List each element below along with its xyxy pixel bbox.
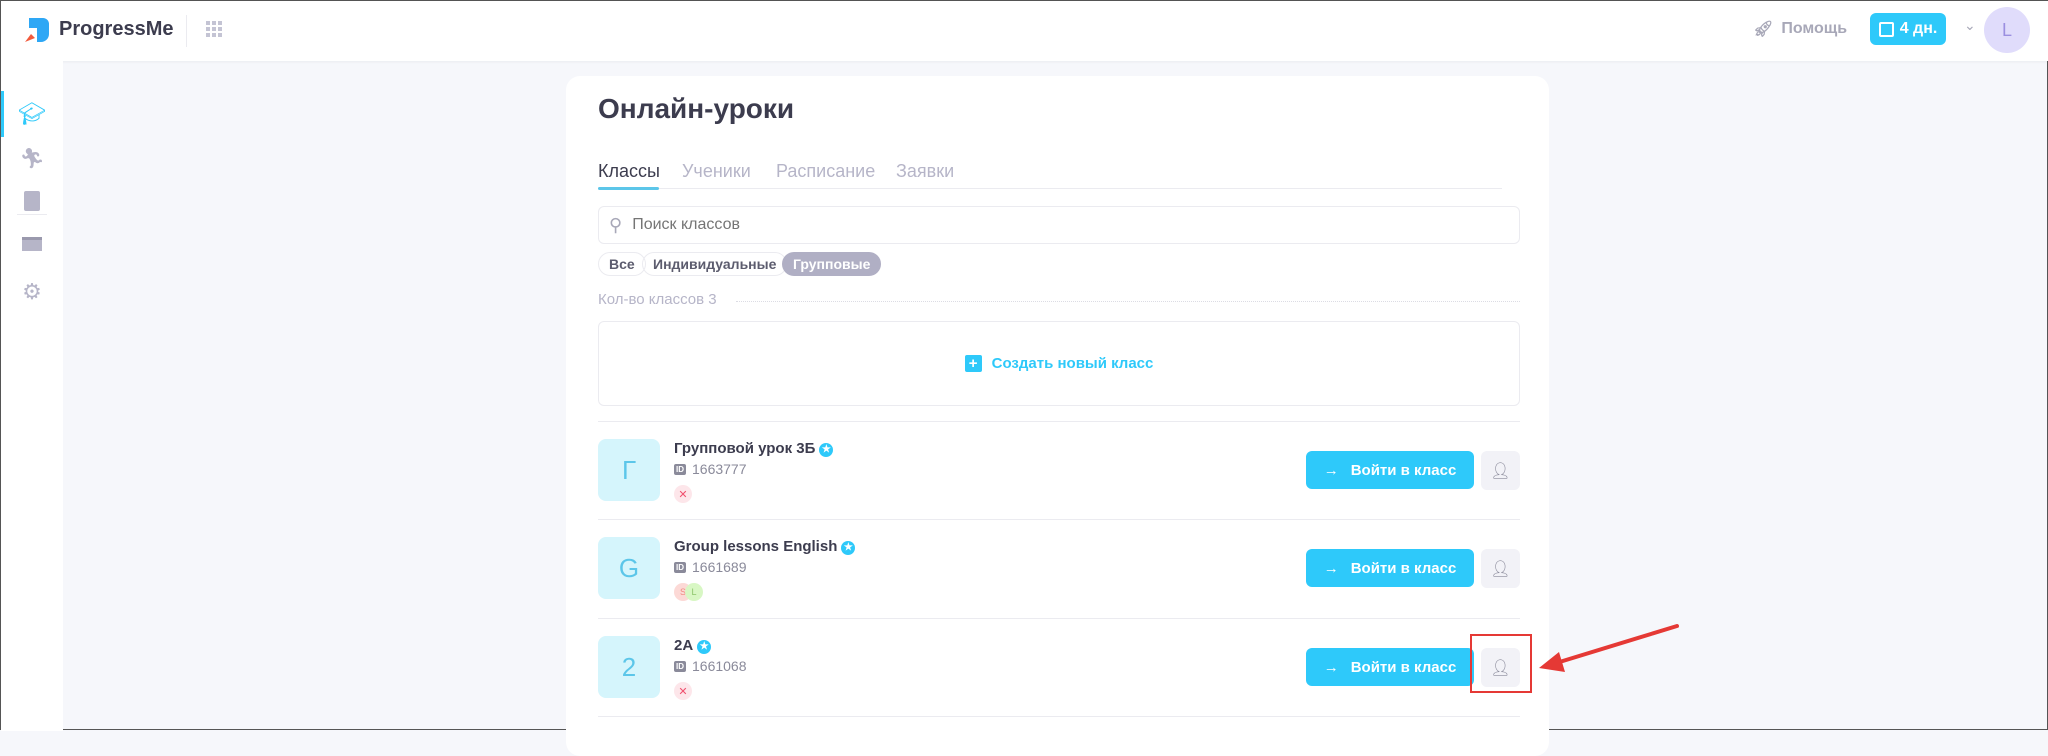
- filter-individual[interactable]: Индивидуальные: [642, 252, 788, 276]
- active-indicator: [1, 91, 4, 137]
- top-header: ProgressMe 🚀︎ Помощь 4 дн. ⌄ L: [1, 1, 2048, 61]
- enter-class-label: Войти в класс: [1350, 658, 1457, 676]
- user-avatar[interactable]: L: [1984, 7, 2030, 53]
- active-tab-underline: [598, 187, 659, 190]
- id-icon: ID: [674, 463, 686, 475]
- id-icon: ID: [674, 561, 686, 573]
- class-avatar: Г: [598, 439, 660, 501]
- book-icon[interactable]: [19, 188, 45, 214]
- filter-all[interactable]: Все: [598, 252, 646, 276]
- filter-group[interactable]: Групповые: [782, 252, 882, 276]
- row-divider: [598, 519, 1520, 520]
- enter-class-label: Войти в класс: [1350, 559, 1457, 577]
- id-icon: ID: [674, 660, 686, 672]
- class-id: ID 1661068: [674, 658, 747, 674]
- page-title: Онлайн-уроки: [598, 93, 795, 124]
- plus-icon: +: [964, 355, 982, 372]
- search-field[interactable]: [632, 216, 1433, 234]
- class-name[interactable]: 2А ★: [674, 637, 712, 654]
- class-name-text: 2А: [674, 637, 694, 654]
- enter-class-button[interactable]: → Войти в класс: [1306, 549, 1474, 587]
- search-input[interactable]: ⚲: [598, 206, 1520, 244]
- class-id: ID 1663777: [674, 461, 747, 477]
- run-icon[interactable]: 🏃︎: [19, 145, 45, 171]
- class-id-value: 1663777: [692, 461, 747, 477]
- progressme-logo-icon[interactable]: [21, 16, 51, 51]
- rocket-icon: 🚀︎: [1753, 21, 1774, 38]
- class-name-text: Group lessons English: [674, 538, 838, 555]
- help-button[interactable]: 🚀︎ Помощь: [1753, 19, 1847, 39]
- gear-icon[interactable]: ⚙︎: [19, 279, 45, 305]
- row-divider: [598, 716, 1520, 717]
- class-count: Кол-во классов 3: [598, 291, 717, 308]
- tab-requests[interactable]: Заявки: [896, 161, 954, 182]
- row-divider: [598, 421, 1520, 422]
- star-badge-icon: ★: [697, 640, 712, 654]
- help-label: Помощь: [1781, 20, 1848, 37]
- subscription-days-badge[interactable]: 4 дн.: [1870, 13, 1946, 45]
- logo-text: ProgressMe: [59, 18, 174, 40]
- class-id: ID 1661689: [674, 559, 747, 575]
- annotation-arrow-icon: [1539, 624, 1679, 672]
- highlight-box: [1470, 634, 1532, 693]
- apps-grid-icon[interactable]: [206, 21, 222, 37]
- person-icon: 👤︎: [1490, 462, 1511, 480]
- tabs-divider: [598, 188, 1502, 189]
- star-badge-icon: ★: [841, 541, 856, 555]
- card-icon[interactable]: [19, 231, 45, 257]
- create-class-label: Создать новый класс: [991, 355, 1154, 372]
- class-name[interactable]: Group lessons English ★: [674, 538, 856, 555]
- no-members-icon: ✕: [674, 682, 692, 700]
- arrow-right-icon: →: [1323, 559, 1339, 577]
- calendar-icon: [1878, 21, 1894, 37]
- class-name[interactable]: Групповой урок 3Б ★: [674, 440, 834, 457]
- arrow-right-icon: →: [1323, 461, 1339, 479]
- star-badge-icon: ★: [819, 443, 834, 457]
- class-id-value: 1661689: [692, 559, 747, 575]
- sidebar: 🎓︎ 🏃︎ ⚙︎: [1, 61, 63, 731]
- create-class-button[interactable]: + Создать новый класс: [598, 321, 1520, 406]
- class-id-value: 1661068: [692, 658, 747, 674]
- tab-schedule[interactable]: Расписание: [776, 161, 875, 182]
- arrow-right-icon: →: [1323, 658, 1339, 676]
- dotted-divider: [736, 301, 1520, 302]
- class-avatar: G: [598, 537, 660, 599]
- tab-classes[interactable]: Классы: [598, 161, 660, 182]
- students-button[interactable]: 👤︎: [1481, 451, 1520, 490]
- class-name-text: Групповой урок 3Б: [674, 440, 816, 457]
- students-button[interactable]: 👤︎: [1481, 549, 1520, 588]
- chevron-down-icon[interactable]: ⌄: [1964, 17, 1976, 34]
- days-label: 4 дн.: [1899, 20, 1938, 37]
- class-avatar: 2: [598, 636, 660, 698]
- divider: [17, 214, 47, 215]
- enter-class-label: Войти в класс: [1350, 461, 1457, 479]
- row-divider: [598, 618, 1520, 619]
- divider: [186, 15, 187, 47]
- search-icon: ⚲: [609, 214, 623, 235]
- person-icon: 👤︎: [1490, 560, 1511, 578]
- courses-icon[interactable]: 🎓︎: [18, 101, 46, 127]
- enter-class-button[interactable]: → Войти в класс: [1306, 451, 1474, 489]
- no-members-icon: ✕: [674, 485, 692, 503]
- enter-class-button[interactable]: → Войти в класс: [1306, 648, 1474, 686]
- tab-students[interactable]: Ученики: [682, 161, 751, 182]
- member-avatar: L: [685, 583, 703, 601]
